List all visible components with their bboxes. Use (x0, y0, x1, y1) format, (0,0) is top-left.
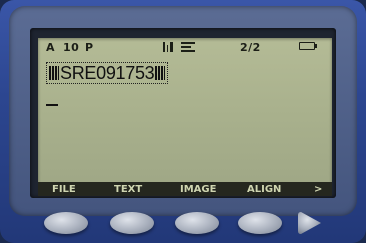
lcd-display: A 10 P 2/2 SRE091753 FILE TEXT IMAGE ALI… (38, 38, 332, 196)
softkey-file: FILE (52, 184, 76, 195)
text-button[interactable] (110, 212, 154, 234)
label-text-field[interactable]: SRE091753 (46, 62, 169, 84)
label-printer-device: A 10 P 2/2 SRE091753 FILE TEXT IMAGE ALI… (0, 0, 366, 243)
align-button[interactable] (238, 212, 282, 234)
softkey-text: TEXT (114, 184, 143, 195)
style-indicator: P (85, 41, 94, 54)
softkey-image: IMAGE (180, 184, 217, 195)
barcode-end-icon (155, 66, 166, 80)
file-button[interactable] (44, 212, 88, 234)
label-text: SRE091753 (60, 63, 155, 83)
image-button[interactable] (175, 212, 219, 234)
text-align-icon (181, 42, 197, 54)
softkey-bar: FILE TEXT IMAGE ALIGN > (38, 182, 332, 196)
status-bar: A 10 P 2/2 (41, 42, 329, 54)
text-cursor (46, 104, 58, 106)
softkey-align: ALIGN (247, 184, 282, 195)
softkey-next: > (314, 184, 323, 195)
barcode-start-icon (49, 66, 59, 80)
barcode-alignment-icon (163, 42, 177, 54)
play-arrow-icon (298, 212, 321, 234)
next-button[interactable] (296, 210, 324, 236)
battery-icon (299, 42, 317, 54)
page-indicator: 2/2 (240, 41, 261, 54)
font-indicator: A (46, 41, 56, 54)
font-size-indicator: 10 (63, 41, 80, 54)
